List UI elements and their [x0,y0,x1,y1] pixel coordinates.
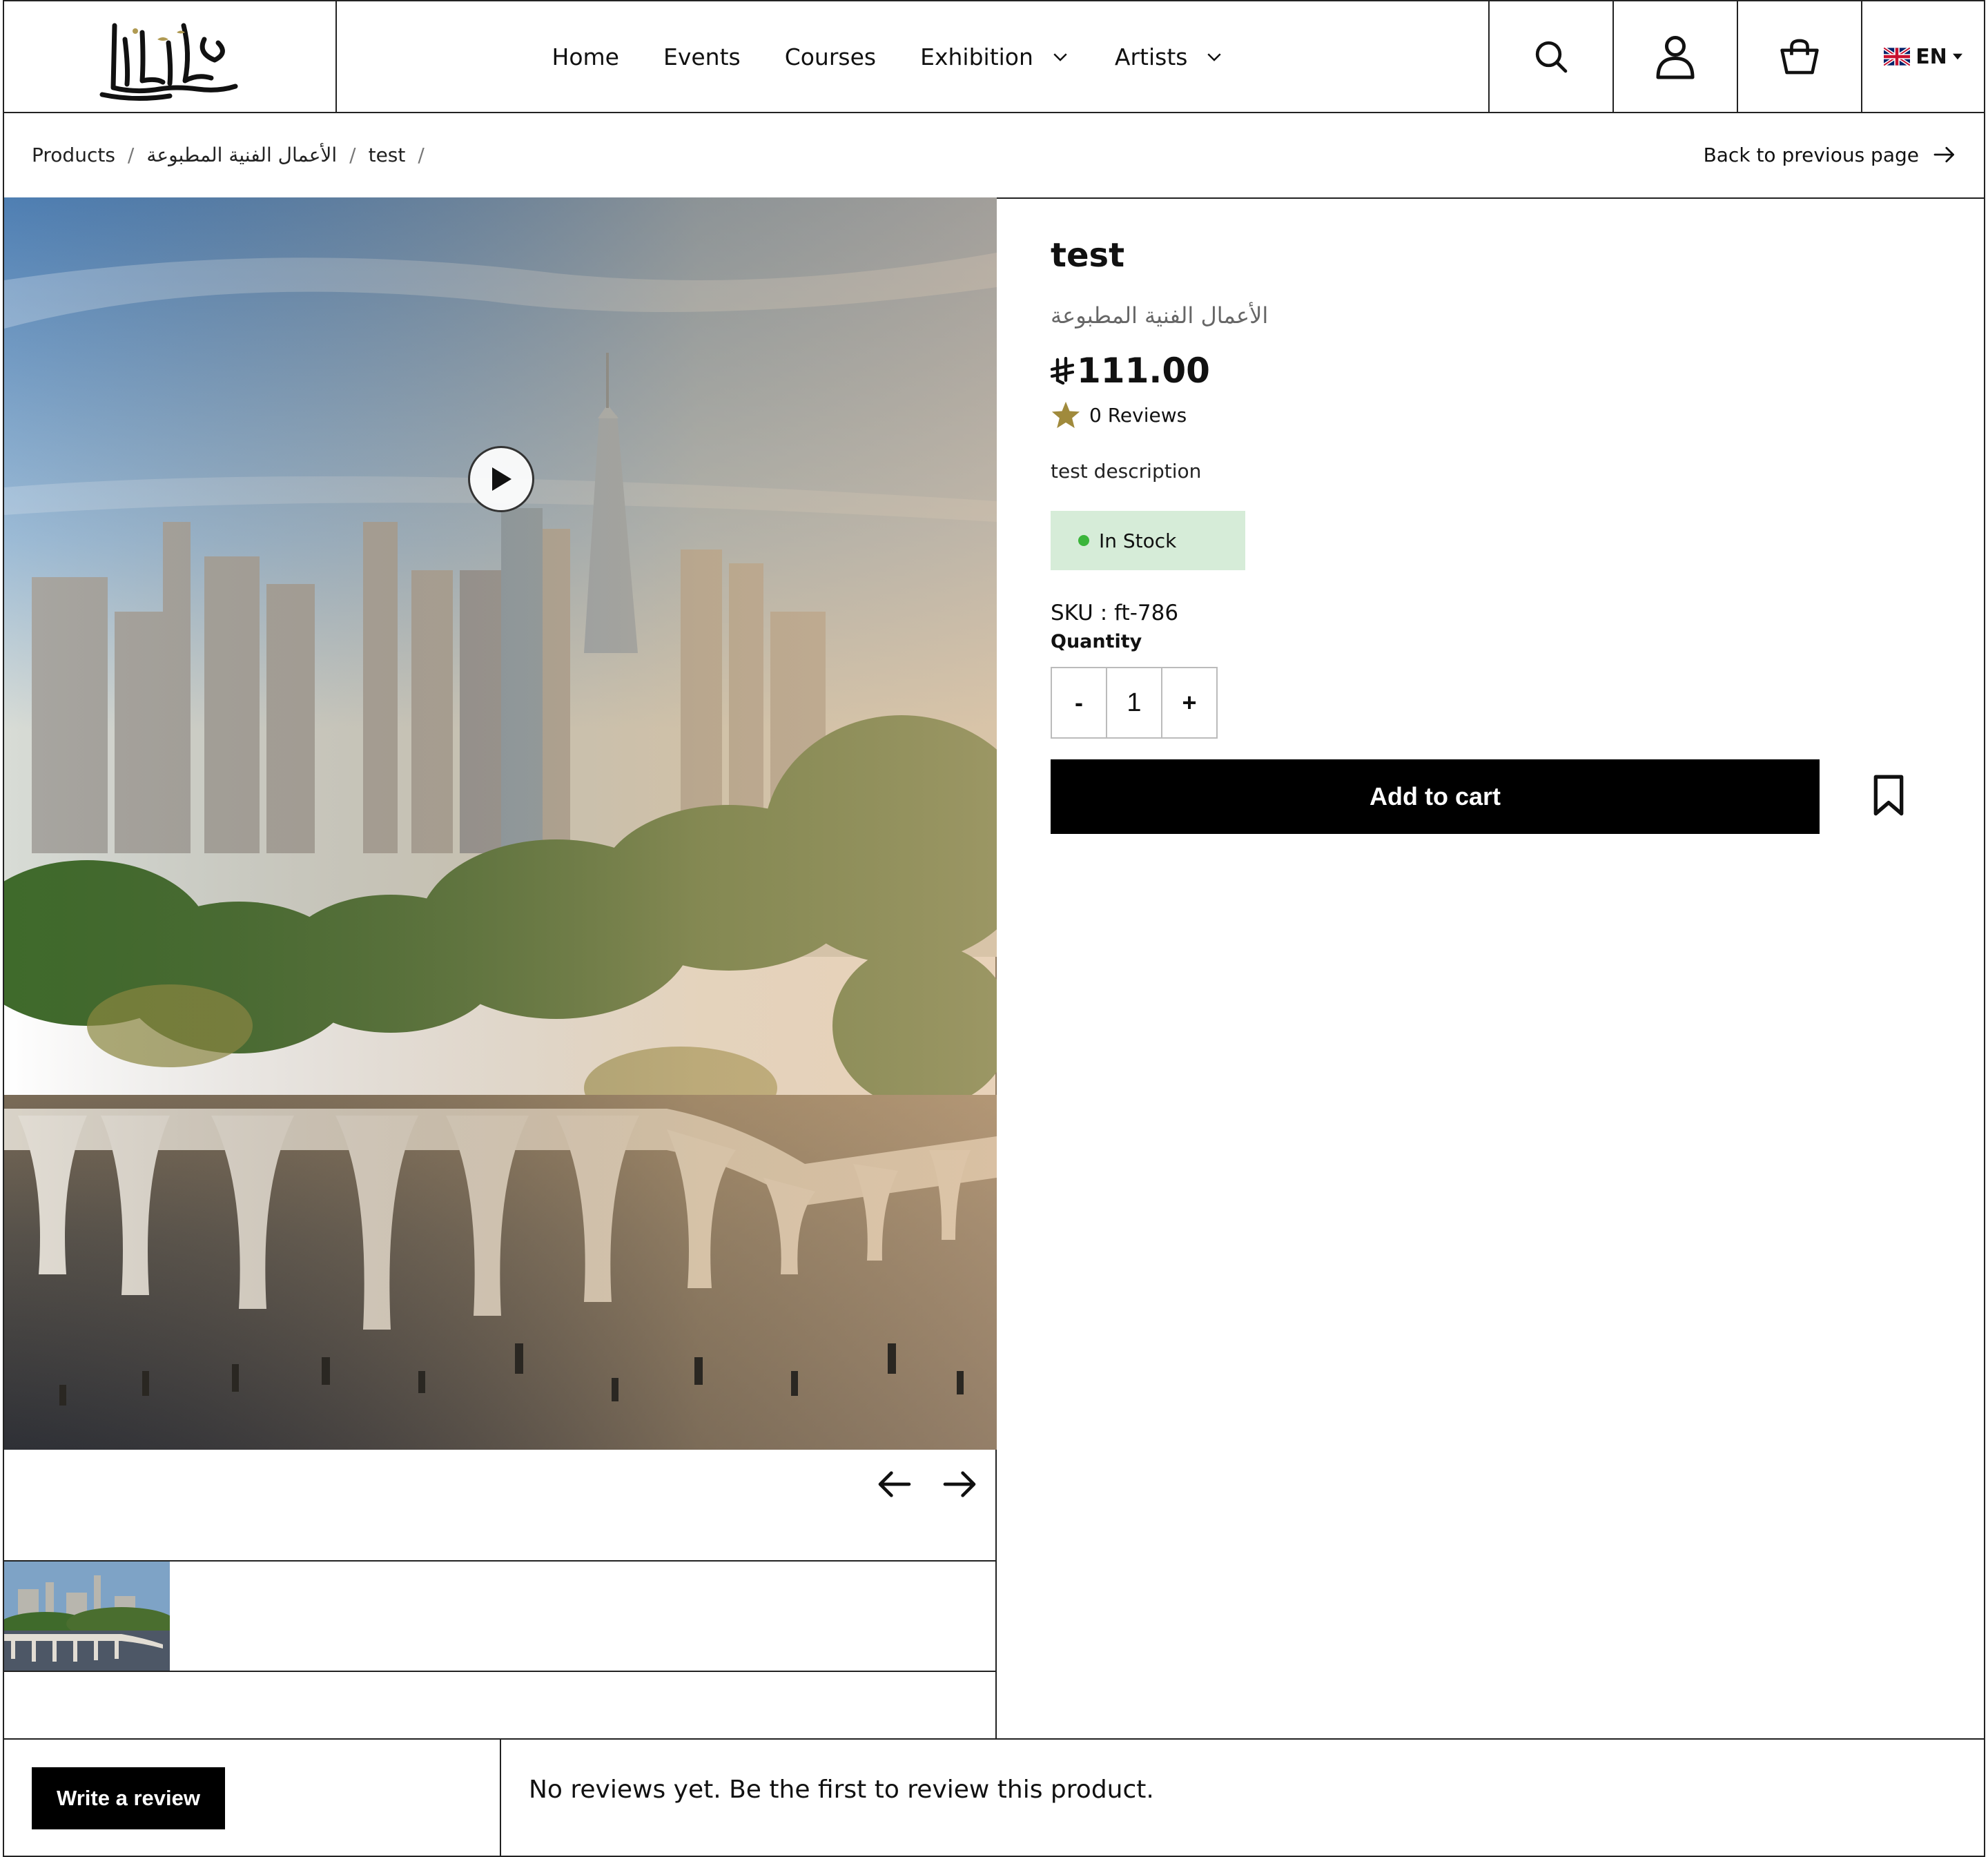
nav-events[interactable]: Events [663,43,741,70]
quantity-input[interactable]: 1 [1106,668,1162,737]
price-value: 111.00 [1077,351,1210,391]
thumbnail-strip [4,1560,997,1672]
logo[interactable] [4,1,337,112]
search-icon [1535,41,1568,73]
saudi-riyal-icon [1051,357,1074,385]
back-label: Back to previous page [1703,143,1919,166]
logo-calligraphy-icon [99,23,238,101]
shopping-bag-icon [1780,39,1819,75]
nav-courses-label: Courses [784,43,877,70]
chevron-down-icon [1053,53,1067,61]
play-icon [492,467,511,491]
star-icon [1051,401,1080,429]
arrow-right-icon [1933,146,1954,163]
breadcrumb-separator: / [418,143,425,166]
breadcrumb: Products / الأعمال الفنية المطبوعة / tes… [32,144,425,166]
product-description: test description [1051,460,1202,483]
caret-down-icon [1952,53,1962,60]
nav-home[interactable]: Home [552,43,619,70]
product-title: test [1051,236,1125,275]
search-button[interactable] [1488,1,1612,112]
nav-exhibition-label: Exhibition [920,43,1033,70]
site-header: Home Events Courses Exhibition Artists E… [3,0,1985,113]
cityscape-photo [4,197,997,1450]
increment-button[interactable]: + [1162,668,1216,737]
stock-status-label: In Stock [1099,529,1177,552]
review-action-cell: Write a review [4,1740,501,1856]
quantity-stepper: - 1 + [1051,667,1218,739]
breadcrumb-item-products[interactable]: Products [32,144,115,166]
quantity-label: Quantity [1051,631,1142,652]
cityscape-thumbnail [4,1562,170,1671]
decrement-button[interactable]: - [1052,668,1106,737]
user-icon [1656,36,1695,79]
main-nav: Home Events Courses Exhibition Artists [337,1,1488,112]
product-gallery [3,197,997,1740]
arrow-right-icon[interactable] [940,1465,979,1504]
nav-artists[interactable]: Artists [1115,43,1225,70]
account-button[interactable] [1612,1,1737,112]
nav-home-label: Home [552,43,619,70]
breadcrumb-bar: Products / الأعمال الفنية المطبوعة / tes… [3,112,1985,199]
nav-exhibition[interactable]: Exhibition [920,43,1071,70]
chevron-down-icon [1207,53,1222,61]
breadcrumb-separator: / [127,143,135,166]
add-to-cart-button[interactable]: Add to cart [1051,759,1820,834]
gallery-navigation [4,1450,997,1562]
rating-summary[interactable]: 0 Reviews [1051,400,1187,429]
write-review-button[interactable]: Write a review [32,1767,225,1829]
breadcrumb-item-product[interactable]: test [369,144,406,166]
sku-value: ft-786 [1114,601,1179,625]
nav-courses[interactable]: Courses [785,43,876,70]
product-category[interactable]: الأعمال الفنية المطبوعة [1051,302,1268,329]
reviews-count: 0 Reviews [1089,403,1187,427]
nav-events-label: Events [663,43,741,70]
breadcrumb-item-category[interactable]: الأعمال الفنية المطبوعة [146,144,337,166]
product-sku: SKU : ft-786 [1051,601,1178,625]
product-price: 111.00 [1051,351,1210,391]
arrow-left-icon[interactable] [875,1465,914,1504]
sku-label: SKU : [1051,601,1108,625]
cart-button[interactable] [1737,1,1861,112]
back-button[interactable]: Back to previous page [1704,144,1956,166]
breadcrumb-separator: / [349,143,356,166]
language-selector[interactable]: EN [1861,1,1984,112]
nav-artists-label: Artists [1114,43,1188,70]
stock-status-badge: In Stock [1051,511,1245,570]
language-label: EN [1916,44,1947,69]
stock-dot-icon [1078,535,1089,546]
thumbnail-image[interactable] [4,1562,170,1671]
no-reviews-message: No reviews yet. Be the first to review t… [529,1776,1154,1804]
reviews-section: Write a review No reviews yet. Be the fi… [3,1738,1985,1857]
uk-flag-icon [1884,48,1911,66]
play-video-button[interactable] [468,446,534,512]
bookmark-icon[interactable] [1869,773,1908,817]
product-main-image[interactable] [4,197,997,1450]
product-details: test الأعمال الفنية المطبوعة 111.00 0 Re… [995,197,1985,1740]
